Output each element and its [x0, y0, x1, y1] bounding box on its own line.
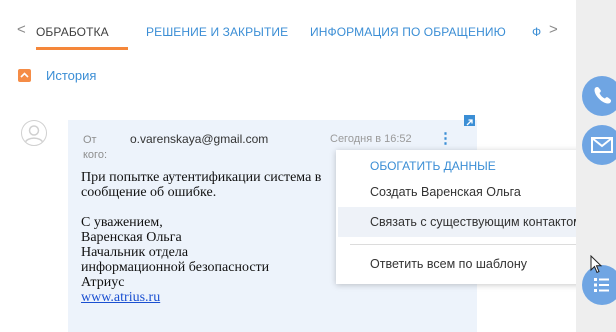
expand-icon[interactable]	[464, 115, 475, 126]
email-icon	[591, 137, 613, 153]
collapse-icon[interactable]	[18, 68, 31, 82]
avatar	[21, 120, 47, 146]
mouse-pointer-icon	[590, 254, 604, 280]
reply-all-template-menu-item[interactable]: Ответить всем по шаблону	[370, 257, 527, 271]
tab-more[interactable]: Ф	[532, 25, 541, 39]
tabs-bar: < ОБРАБОТКА РЕШЕНИЕ И ЗАКРЫТИЕ ИНФОРМАЦИ…	[0, 0, 576, 52]
tabs-prev-arrow[interactable]: <	[17, 22, 26, 38]
dropdown-divider	[350, 244, 576, 245]
link-existing-contact-menu-item[interactable]: Связать с существующим контактом	[370, 215, 582, 229]
tabs-next-arrow[interactable]: >	[549, 22, 558, 38]
create-contact-menu-item[interactable]: Создать Варенская Ольга	[370, 185, 521, 199]
active-tab-underline	[36, 47, 128, 50]
phone-icon	[594, 86, 612, 104]
email-button[interactable]	[582, 125, 616, 165]
phone-button[interactable]	[582, 76, 616, 116]
tab-resolution-closure[interactable]: РЕШЕНИЕ И ЗАКРЫТИЕ	[146, 25, 288, 39]
dropdown-heading: ОБОГАТИТЬ ДАННЫЕ	[370, 159, 496, 173]
user-placeholder-icon	[24, 125, 44, 144]
history-label: История	[46, 67, 97, 83]
email-timestamp: Сегодня в 16:52	[330, 133, 412, 145]
history-section-header[interactable]: История	[18, 66, 96, 84]
tab-case-info[interactable]: ИНФОРМАЦИЯ ПО ОБРАЩЕНИЮ	[310, 25, 506, 39]
tab-processing[interactable]: ОБРАБОТКА	[36, 25, 109, 39]
email-sender: o.varenskaya@gmail.com	[130, 132, 269, 146]
signature-website-link[interactable]: www.atrius.ru	[81, 290, 160, 305]
from-label: От кого:	[83, 134, 107, 161]
email-menu-button[interactable]: ⋮	[438, 129, 453, 147]
